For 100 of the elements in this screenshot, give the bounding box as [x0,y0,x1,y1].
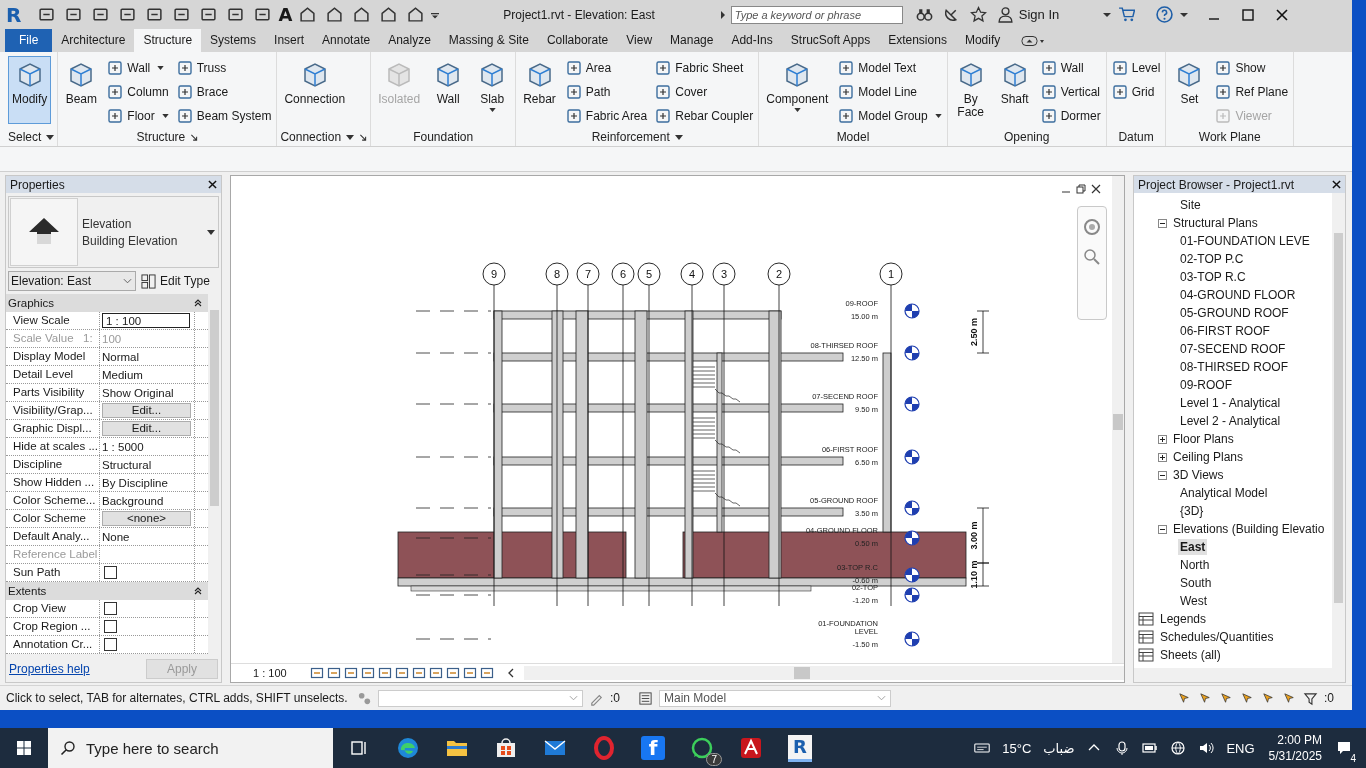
maximize-icon[interactable] [1240,6,1257,23]
ribbon-tab[interactable]: Collaborate [537,29,618,52]
clock[interactable]: 2:00 PM 5/31/2025 [1268,733,1322,763]
scrollbar[interactable] [1134,668,1345,682]
dimension-line[interactable] [976,310,990,354]
level-head-icon[interactable] [904,631,920,647]
property-button[interactable]: Edit... [102,421,191,436]
column[interactable] [684,310,694,579]
close-icon[interactable] [208,180,217,189]
scrollbar[interactable] [1332,193,1345,668]
checkbox[interactable] [104,566,117,579]
tree-item[interactable]: Elevations (Building Elevatio [1171,521,1327,537]
property-button[interactable]: <none> [102,511,191,526]
ribbon-tool-button[interactable]: Area [563,56,650,80]
tree-item[interactable]: Legends [1158,611,1209,627]
column[interactable] [493,310,503,579]
property-input[interactable]: 1 : 100 [102,313,190,328]
properties-help-link[interactable]: Properties help [9,662,90,676]
caret-icon[interactable] [46,133,55,141]
property-button[interactable]: Edit... [102,403,191,418]
ribbon-tool-button[interactable]: Ref Plane [1213,80,1291,104]
search-icon[interactable] [60,740,76,756]
tree-item[interactable]: West [1178,593,1210,609]
caret-icon[interactable] [346,133,355,141]
weather-condition[interactable]: ضباب [1043,740,1075,756]
ribbon-tool-button[interactable]: Beam System [174,104,274,128]
ribbon-tool-button[interactable]: Fabric Area [563,104,650,128]
tree-item[interactable]: South [1178,575,1214,591]
property-value[interactable]: Show Original [102,386,174,399]
model-dropdown[interactable]: Main Model [659,689,891,707]
tree-item[interactable]: 02-TOP P.C [1178,251,1246,267]
ribbon-tool-button[interactable]: Cover [653,80,756,104]
stair-drawing[interactable] [692,470,741,507]
ribbon-tool-button[interactable]: Component [762,56,833,124]
grid-bubble[interactable]: 3 [712,262,736,286]
level-head-icon[interactable] [904,303,920,319]
binoculars-icon[interactable] [915,6,933,23]
ribbon-tool-button[interactable]: Wall [1038,56,1103,80]
tree-item[interactable]: 08-THIRSED ROOF [1178,359,1290,375]
ribbon-tab[interactable]: Extensions [879,29,956,52]
close-icon[interactable] [1332,180,1341,189]
tree-item[interactable]: East [1178,539,1208,555]
tree-item[interactable]: 04-GROUND FLOOR [1178,287,1298,303]
ribbon-tool-button[interactable]: By Face [950,56,991,124]
close-icon[interactable] [1091,184,1101,194]
expand-arrow-icon[interactable] [718,10,727,19]
property-value[interactable]: Medium [102,368,143,381]
column[interactable] [716,352,723,533]
footing[interactable] [410,585,812,592]
restore-icon[interactable] [1076,184,1086,194]
close-icon[interactable] [1274,6,1291,23]
grid-bubble[interactable]: 9 [482,262,506,286]
grid-bubble[interactable]: 7 [576,262,600,286]
search-field[interactable]: Type a keyword or phrase [730,5,903,24]
store-icon[interactable] [494,736,518,760]
tree-item[interactable]: 01-FOUNDATION LEVE [1178,233,1312,249]
ribbon-tool-button[interactable]: Modify [8,56,52,124]
property-value[interactable]: Normal [102,350,140,363]
tree-item[interactable]: 07-SECEND ROOF [1178,341,1288,357]
dialog-launcher-icon[interactable] [190,133,199,141]
sign-in-link[interactable]: Sign In [1018,7,1060,22]
ribbon-tool-button[interactable]: Model Line [836,80,944,104]
text-tool-icon[interactable]: A [278,4,293,25]
collapse-icon[interactable] [194,299,202,307]
tree-item[interactable]: Ceiling Plans [1171,449,1246,465]
zoom-icon[interactable] [1082,247,1102,267]
checkbox[interactable] [104,602,117,615]
tree-item[interactable]: 03-TOP R.C [1178,269,1248,285]
ribbon-toggle-icon[interactable] [1021,34,1046,47]
grid-bubble[interactable]: 4 [680,262,704,286]
instance-dropdown[interactable]: Elevation: East [8,271,136,291]
taskbar-search-field[interactable]: Type here to search [48,728,333,768]
view-scale[interactable]: 1 : 100 [253,667,287,679]
property-value[interactable]: Background [102,494,164,507]
dialog-launcher-icon[interactable] [359,133,368,141]
stair-drawing[interactable] [692,366,741,403]
checkbox[interactable] [104,638,117,651]
stair-drawing[interactable] [692,417,741,454]
satellite-icon[interactable] [942,6,960,23]
level-head-icon[interactable] [904,530,920,546]
expand-toggle-icon[interactable] [1158,470,1167,480]
pdf-app-icon[interactable] [739,736,763,760]
section-header[interactable]: Graphics [6,294,208,312]
ribbon-tool-button[interactable]: Shaft [994,56,1035,124]
level-head-icon[interactable] [904,567,920,583]
grid-line[interactable] [587,284,589,607]
ribbon-tab[interactable]: View [617,29,662,52]
star-icon[interactable] [969,6,987,23]
tree-item[interactable]: Floor Plans [1171,431,1236,447]
type-selector[interactable]: Elevation Building Elevation [8,196,219,268]
tree-item[interactable]: 3D Views [1171,467,1226,483]
speaker-icon[interactable] [1198,740,1215,756]
grid-bubble[interactable]: 6 [611,262,635,286]
ribbon-tool-button[interactable]: Fabric Sheet [653,56,756,80]
ribbon-tool-button[interactable]: Model Group [836,104,944,128]
filter-icon[interactable] [1303,690,1318,706]
edit-type-button[interactable]: Edit Type [141,273,210,289]
microphone-icon[interactable] [1114,740,1131,756]
column[interactable] [882,352,892,533]
ribbon-tool-button[interactable]: Show [1213,56,1291,80]
